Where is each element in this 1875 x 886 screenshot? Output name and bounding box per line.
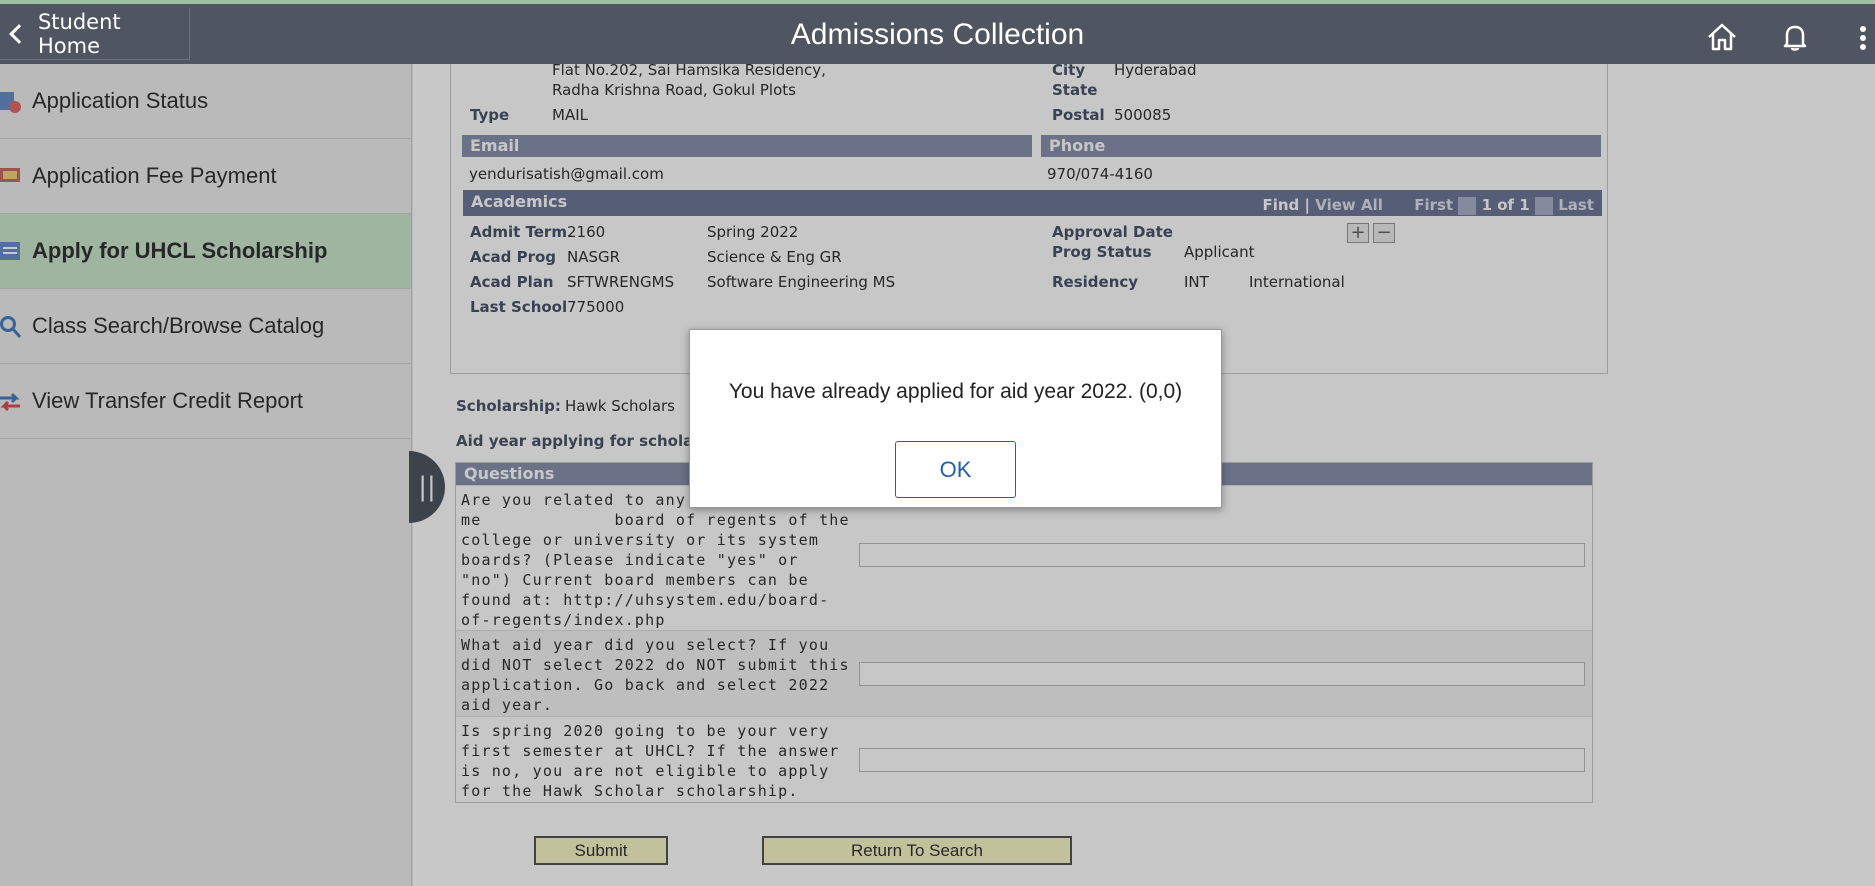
dialog-message: You have already applied for aid year 20… <box>728 380 1183 403</box>
top-bar: Student Home Admissions Collection <box>0 0 1875 64</box>
bell-icon[interactable] <box>1778 20 1812 54</box>
alert-dialog: You have already applied for aid year 20… <box>689 329 1222 508</box>
ok-button[interactable]: OK <box>895 441 1016 498</box>
page-title: Admissions Collection <box>790 18 1085 51</box>
more-options-icon[interactable] <box>1856 20 1870 54</box>
home-icon[interactable] <box>1705 20 1739 54</box>
